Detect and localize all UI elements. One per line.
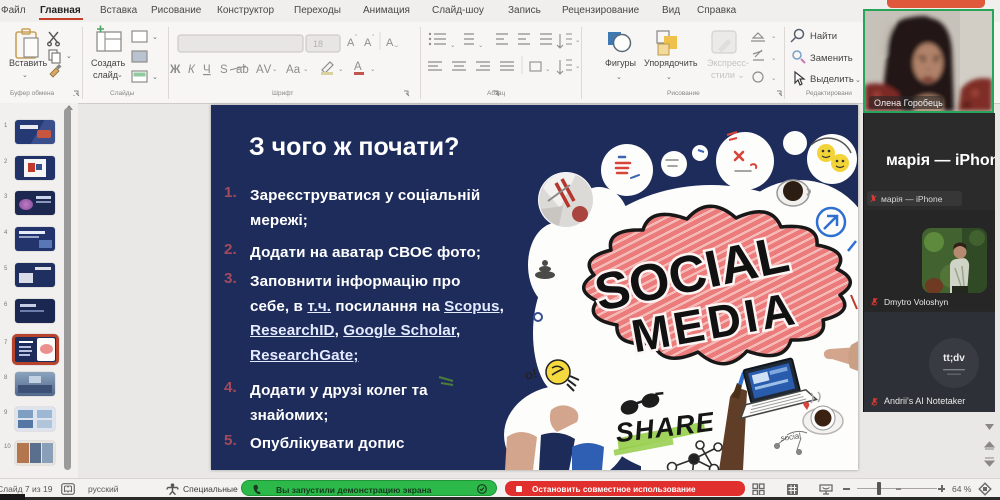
svg-text:⌣: ⌣ (394, 43, 399, 50)
svg-text:Аа: Аа (286, 64, 301, 76)
svg-text:А: А (364, 37, 372, 49)
svg-text:⌄: ⌄ (666, 74, 672, 81)
svg-text:⌄: ⌄ (303, 66, 308, 73)
svg-text:Ж: Ж (169, 64, 181, 76)
svg-text:Выделить: Выделить (810, 74, 854, 85)
svg-text:⌄: ⌄ (855, 77, 861, 84)
svg-text:o!: o! (523, 365, 539, 383)
svg-text:А: А (386, 37, 394, 49)
svg-text:Найти: Найти (810, 31, 837, 42)
svg-text:⌄: ⌄ (478, 42, 483, 49)
svg-text:⌄: ⌄ (450, 42, 455, 49)
svg-text:⌄: ⌄ (272, 66, 277, 73)
svg-text:Упорядочить: Упорядочить (644, 58, 698, 68)
svg-text:АV: АV (256, 64, 272, 76)
svg-text:⌄: ⌄ (66, 53, 72, 60)
svg-text:⌄: ⌄ (771, 55, 776, 62)
svg-text:стили ⌄: стили ⌄ (711, 70, 745, 80)
svg-text:⌄: ⌄ (338, 66, 343, 73)
svg-text:ˇ: ˇ (372, 35, 375, 42)
svg-text:⌄: ⌄ (575, 37, 580, 44)
svg-text:⌄: ⌄ (117, 72, 123, 79)
svg-text:⌄: ⌄ (771, 33, 776, 40)
svg-text:ˆ: ˆ (355, 35, 358, 42)
svg-text:18: 18 (313, 39, 323, 49)
svg-text:Фигуры: Фигуры (605, 58, 636, 68)
svg-text:⌄: ⌄ (22, 72, 28, 79)
svg-text:⌄: ⌄ (575, 63, 580, 70)
svg-text:⌄: ⌄ (152, 74, 158, 81)
svg-text:⌄: ⌄ (616, 74, 622, 81)
svg-text:tt;dv: tt;dv (943, 353, 965, 364)
svg-text:Олена Горобець: Олена Горобець (874, 98, 943, 108)
svg-text:А: А (354, 61, 362, 73)
svg-text:А: А (347, 37, 355, 49)
svg-text:К: К (188, 64, 196, 76)
svg-text:⌄: ⌄ (545, 66, 550, 73)
svg-text:Создать: Создать (91, 58, 126, 68)
svg-text:Заменить: Заменить (810, 53, 853, 64)
svg-text:Ч: Ч (203, 64, 211, 76)
svg-text:⌄: ⌄ (370, 66, 375, 73)
svg-text:S: S (220, 64, 228, 76)
svg-text:⌄: ⌄ (771, 75, 776, 82)
svg-text:Вставить: Вставить (9, 58, 47, 68)
svg-text:⌄: ⌄ (152, 34, 158, 41)
svg-text:ab: ab (236, 64, 249, 76)
svg-text:слайд: слайд (93, 70, 119, 80)
svg-text:Экспресс-: Экспресс- (707, 58, 749, 68)
